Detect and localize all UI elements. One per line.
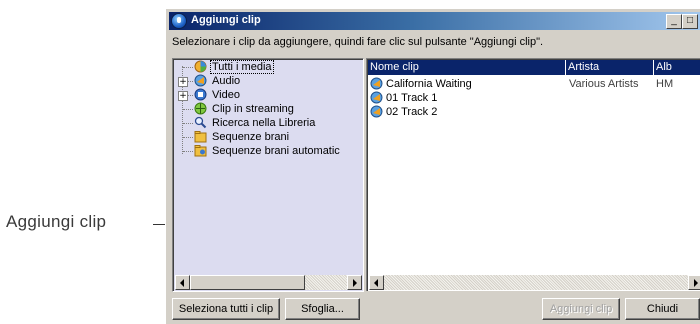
audio-icon	[194, 74, 207, 87]
audio-clip-icon	[370, 91, 383, 104]
table-row[interactable]: 01 Track 1	[368, 91, 700, 105]
search-library-icon	[194, 116, 207, 129]
clip-name-cell: 02 Track 2	[386, 106, 438, 118]
right-arrow-icon	[353, 279, 357, 287]
tree-item-label: Clip in streaming	[212, 103, 294, 115]
all-media-icon	[194, 60, 207, 73]
audio-clip-icon	[370, 105, 383, 118]
expand-audio-button[interactable]: +	[178, 77, 188, 87]
streaming-icon	[194, 102, 207, 115]
minimize-button[interactable]: _	[666, 14, 682, 29]
tree-item-label: Sequenze brani automatic	[212, 145, 340, 157]
table-row[interactable]: California Waiting Various Artists HM	[368, 77, 700, 91]
tree-item-label: Ricerca nella Libreria	[212, 117, 316, 129]
column-header-clip-name[interactable]: Nome clip	[368, 60, 566, 75]
scroll-left-button[interactable]	[175, 275, 190, 290]
window-title: Aggiungi clip	[191, 14, 261, 26]
scroll-left-button[interactable]	[369, 275, 384, 290]
tree-item-video[interactable]: Video	[194, 88, 242, 102]
tree-item-streaming[interactable]: Clip in streaming	[194, 102, 296, 116]
audio-clip-icon	[370, 77, 383, 90]
album-cell: HM	[656, 78, 674, 90]
maximize-button[interactable]: □	[682, 14, 698, 29]
add-clip-dialog: Aggiungi clip _ □ x Selezionare i clip d…	[165, 8, 700, 324]
column-header-album[interactable]: Alb	[654, 60, 700, 75]
auto-playlist-icon	[194, 145, 207, 157]
callout-label: Aggiungi clip	[6, 212, 107, 231]
tree-item-label: Sequenze brani	[212, 131, 290, 143]
category-tree[interactable]: Tutti i media + Audio + Video Clip in st…	[172, 58, 364, 292]
tree-item-label: Tutti i media	[210, 60, 274, 74]
clip-name-cell: California Waiting	[386, 78, 472, 90]
select-all-clips-button[interactable]: Seleziona tutti i clip	[172, 298, 280, 320]
instructions-text: Selezionare i clip da aggiungere, quindi…	[172, 36, 544, 48]
scroll-right-button[interactable]	[347, 275, 362, 290]
column-header-artist[interactable]: Artista	[566, 60, 654, 75]
tree-item-label: Video	[212, 89, 240, 101]
right-arrow-icon	[694, 279, 698, 287]
scroll-right-button[interactable]	[688, 275, 700, 290]
table-row[interactable]: 02 Track 2	[368, 105, 700, 119]
tree-line	[183, 109, 193, 110]
tree-line	[183, 137, 193, 138]
browse-button[interactable]: Sfoglia...	[285, 298, 360, 320]
clip-name-cell: 01 Track 1	[386, 92, 438, 104]
tree-item-audio[interactable]: Audio	[194, 74, 242, 88]
left-arrow-icon	[180, 279, 184, 287]
tree-item-auto-playlists[interactable]: Sequenze brani automatic	[194, 144, 342, 158]
expand-video-button[interactable]: +	[178, 91, 188, 101]
tree-line	[183, 123, 193, 124]
tree-line	[183, 151, 193, 152]
clip-list[interactable]: Nome clip Artista Alb California Waiting…	[366, 58, 700, 291]
tree-item-library-search[interactable]: Ricerca nella Libreria	[194, 116, 317, 130]
video-icon	[194, 88, 207, 101]
close-button[interactable]: Chiudi	[625, 298, 700, 320]
tree-horizontal-scrollbar[interactable]	[175, 275, 362, 290]
add-clip-button[interactable]: Aggiungi clip	[542, 298, 620, 320]
list-horizontal-scrollbar[interactable]	[369, 275, 700, 290]
tree-line	[183, 67, 193, 68]
playlist-icon	[194, 131, 207, 143]
scroll-thumb[interactable]	[190, 275, 305, 290]
title-bar[interactable]: Aggiungi clip _ □ x	[169, 12, 700, 30]
left-arrow-icon	[374, 279, 378, 287]
tree-item-playlists[interactable]: Sequenze brani	[194, 130, 291, 144]
tree-item-all-media[interactable]: Tutti i media	[194, 60, 274, 74]
artist-cell: Various Artists	[569, 78, 639, 90]
tree-item-label: Audio	[212, 75, 241, 87]
app-icon	[171, 13, 187, 29]
